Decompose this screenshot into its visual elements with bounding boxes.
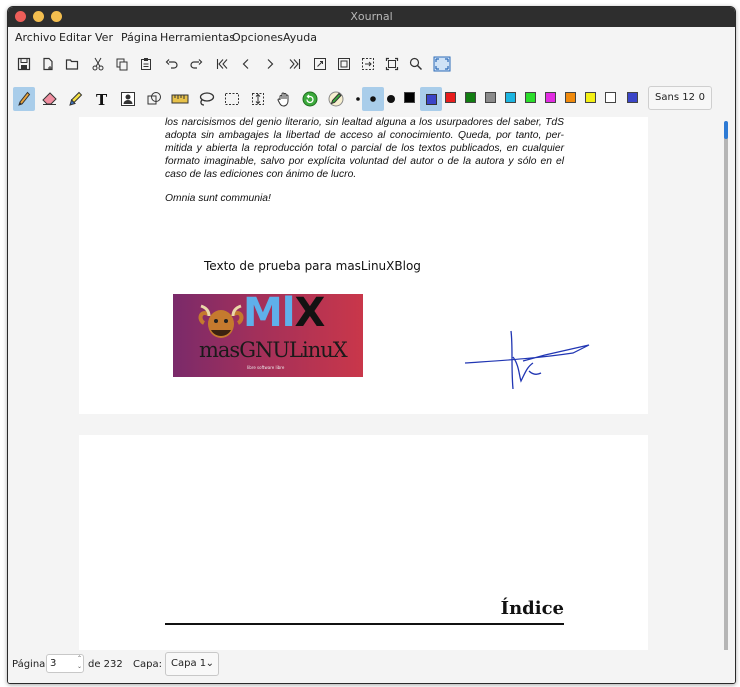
menu-herramientas[interactable]: Herramientas (160, 30, 235, 46)
handwritten-signature[interactable] (463, 327, 591, 393)
logo-subtitle: libre software libre (247, 365, 285, 370)
color-yellow-swatch[interactable] (585, 92, 596, 103)
shape-icon[interactable] (143, 87, 165, 111)
zoom-width-icon[interactable] (358, 54, 378, 74)
font-name: Sans 12 (655, 92, 695, 103)
scrollbar-thumb[interactable] (724, 123, 728, 653)
page-label: Página (12, 659, 46, 670)
vertical-scrollbar[interactable] (723, 117, 729, 653)
menu-ayuda[interactable]: Ayuda (283, 30, 317, 46)
menu-editar[interactable]: Editar (59, 30, 92, 46)
current-color-swatch[interactable] (627, 92, 638, 103)
title-bar: Xournal (8, 7, 735, 27)
paragraph-line: formato imaginable, salvo por explícita … (165, 156, 564, 167)
color-black-swatch[interactable] (404, 92, 415, 103)
select-rect-icon[interactable] (221, 87, 243, 111)
page-number-value: 3 (50, 658, 57, 669)
svg-text:T: T (96, 91, 108, 107)
layer-label: Capa: (133, 659, 162, 670)
pen-size-thick-icon[interactable] (380, 87, 402, 111)
zoom-fit-icon[interactable] (310, 54, 330, 74)
status-bar: Página 3 ⌃ ⌄ de 232 Capa: Capa 1 ⌄ (8, 650, 735, 683)
tools-toolbar: T (8, 84, 735, 114)
undo-icon[interactable] (162, 54, 182, 74)
default-tool-icon[interactable] (299, 87, 321, 111)
window-title: Xournal (350, 10, 393, 23)
eraser-icon[interactable] (39, 87, 61, 111)
menu-bar: Archivo Editar Ver Página Herramientas O… (8, 27, 735, 49)
hand-icon[interactable] (273, 87, 295, 111)
font-button[interactable]: Sans 12 0 (648, 86, 712, 110)
color-magenta-swatch[interactable] (545, 92, 556, 103)
image-icon[interactable] (117, 87, 139, 111)
zoom-100-icon[interactable] (382, 54, 402, 74)
zoom-page-icon[interactable] (334, 54, 354, 74)
font-size-value: 0 (698, 92, 705, 103)
chevron-down-icon: ⌄ (205, 658, 214, 669)
paragraph-line: mitida y abierta la reproducción total o… (165, 143, 564, 154)
closing-line: Omnia sunt communia! (165, 193, 271, 204)
redo-icon[interactable] (186, 54, 206, 74)
fullscreen-icon[interactable] (432, 54, 452, 74)
color-lightblue-swatch[interactable] (505, 92, 516, 103)
color-gray-swatch[interactable] (485, 92, 496, 103)
prev-page-icon[interactable] (236, 54, 256, 74)
license-paragraph: los narcisismos del genio literario, sin… (165, 117, 564, 181)
lasso-icon[interactable] (195, 87, 217, 111)
search-icon[interactable] (406, 54, 426, 74)
first-page-icon[interactable] (212, 54, 232, 74)
menu-ver[interactable]: Ver (95, 30, 113, 46)
layer-select[interactable]: Capa 1 ⌄ (165, 652, 219, 676)
heading-rule (165, 623, 564, 625)
layer-value: Capa 1 (171, 658, 207, 669)
menu-archivo[interactable]: Archivo (15, 30, 56, 46)
logo-mlx: MlX (243, 294, 326, 336)
page-1[interactable]: los narcisismos del genio literario, sin… (79, 117, 648, 414)
color-blue-swatch-wrap[interactable] (420, 87, 442, 111)
app-window: Xournal Archivo Editar Ver Página Herram… (7, 6, 736, 684)
logo-ml-text: Ml (243, 294, 296, 336)
page-2[interactable]: Índice (79, 435, 648, 650)
masgnulinux-logo-image[interactable]: MlX masGNULinuX libre software libre (173, 294, 363, 377)
paragraph-line: los narcisismos del genio literario, sin… (165, 117, 564, 128)
pen-icon[interactable] (13, 87, 35, 111)
color-white-swatch[interactable] (605, 92, 616, 103)
menu-pagina[interactable]: Página (121, 30, 158, 46)
cut-icon[interactable] (88, 54, 108, 74)
color-green-swatch[interactable] (465, 92, 476, 103)
logo-gnu-text: masGNULinuX (199, 338, 348, 362)
next-page-icon[interactable] (260, 54, 280, 74)
save-icon[interactable] (14, 54, 34, 74)
color-orange-swatch[interactable] (565, 92, 576, 103)
color-blue-swatch[interactable] (425, 93, 437, 105)
document-canvas[interactable]: los narcisismos del genio literario, sin… (8, 117, 735, 650)
highlighter-icon[interactable] (65, 87, 87, 111)
last-page-icon[interactable] (285, 54, 305, 74)
new-page-icon[interactable] (38, 54, 58, 74)
paste-icon[interactable] (136, 54, 156, 74)
ruler-icon[interactable] (169, 87, 191, 111)
menu-opciones[interactable]: Opciones (232, 30, 283, 46)
paragraph-line: adopta sin ambagajes la libertad de acce… (165, 130, 564, 141)
gnu-head-icon (198, 304, 244, 338)
text-icon[interactable]: T (91, 87, 113, 111)
indice-heading: Índice (500, 598, 564, 619)
spinner-arrows-icon[interactable]: ⌃ ⌄ (77, 655, 82, 671)
page-total: de 232 (88, 659, 123, 670)
vertical-space-icon[interactable] (247, 87, 269, 111)
open-icon[interactable] (62, 54, 82, 74)
scrollbar-position-indicator[interactable] (724, 121, 728, 139)
color-red-swatch[interactable] (445, 92, 456, 103)
copy-icon[interactable] (112, 54, 132, 74)
logo-x-text: X (294, 294, 326, 336)
pen-options-icon[interactable] (325, 87, 347, 111)
test-text-annotation[interactable]: Texto de prueba para masLinuXBlog (204, 259, 421, 273)
main-toolbar (8, 52, 735, 76)
paragraph-line: caso de las ediciones con ánimo de lucro… (165, 169, 357, 180)
page-number-spinner[interactable]: 3 ⌃ ⌄ (46, 654, 84, 673)
color-lightgreen-swatch[interactable] (525, 92, 536, 103)
